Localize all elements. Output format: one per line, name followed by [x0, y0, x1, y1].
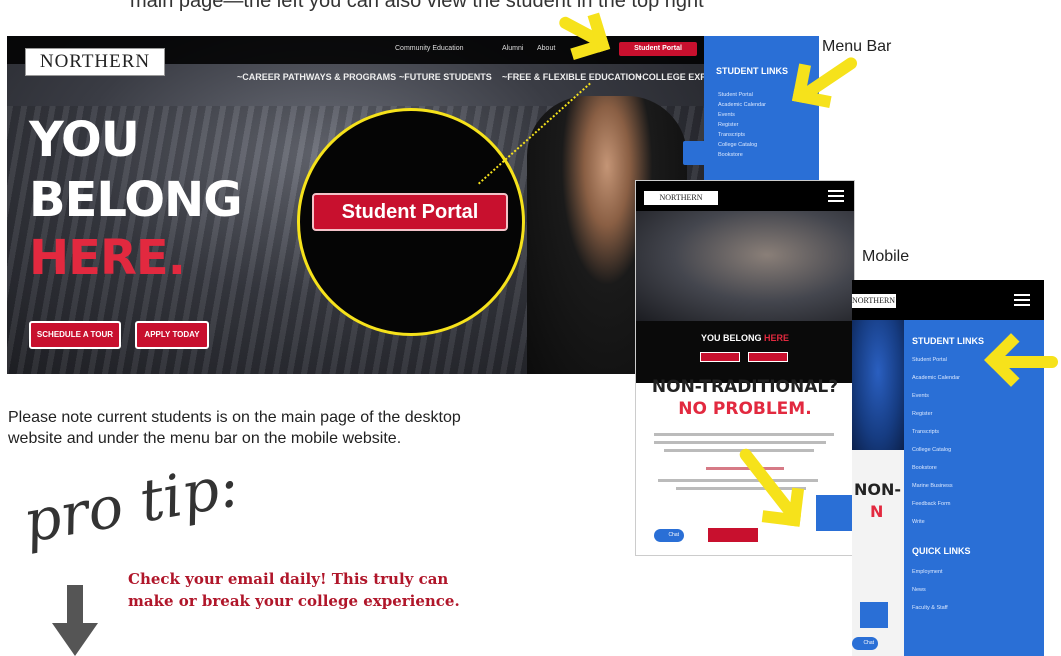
zoomed-student-portal-button: Student Portal [312, 193, 508, 231]
pro-tip-text: Check your email daily! This truly can m… [128, 570, 460, 610]
chat-button[interactable]: Chat [852, 637, 878, 650]
body-link-line[interactable] [706, 467, 784, 470]
nav-future-students[interactable]: ~FUTURE STUDENTS [399, 72, 492, 82]
menu-item-register[interactable]: Register [718, 122, 738, 128]
menu-bar-label: Menu Bar [822, 38, 892, 55]
quick-link-news[interactable]: News [912, 587, 926, 593]
mobile-apply-button[interactable] [748, 352, 788, 362]
menu-item-college-catalog[interactable]: College Catalog [912, 447, 951, 453]
apply-today-button[interactable]: APPLY TODAY [135, 321, 209, 349]
mobile-label: Mobile [862, 248, 910, 265]
menu-item-student-portal[interactable]: Student Portal [912, 357, 947, 363]
northern-logo[interactable]: NORTHERN [25, 48, 165, 76]
menu-item-bookstore[interactable]: Bookstore [912, 465, 937, 471]
hero-belong: BELONG [29, 172, 243, 228]
non-traditional-heading: NON-TRADITIONAL? [651, 377, 839, 397]
hero-you: YOU [29, 112, 140, 168]
quick-link-faculty-staff[interactable]: Faculty & Staff [912, 605, 948, 611]
menu-item-bookstore[interactable]: Bookstore [718, 152, 743, 158]
quick-link-employment[interactable]: Employment [912, 569, 943, 575]
mobile-hero-band [636, 321, 854, 383]
mobile-schedule-tour-button[interactable] [700, 352, 740, 362]
mobile-side-menu-button[interactable] [816, 495, 852, 531]
menu-item-student-portal[interactable]: Student Portal [718, 92, 753, 98]
mobile-hero-headline: YOU BELONG HERE [636, 333, 854, 343]
no-heading-fragment: N [870, 502, 884, 521]
body-text-line [658, 479, 818, 482]
arrow-down-icon [52, 585, 98, 656]
note-text: Please note current students is on the m… [8, 409, 461, 447]
pro-tip-heading: pro tip: [18, 451, 244, 556]
student-links-title: STUDENT LINKS [912, 336, 984, 346]
body-text-line [654, 441, 826, 444]
hero-here: HERE. [29, 230, 186, 286]
nav-free-flexible[interactable]: ~FREE & FLEXIBLE EDUCATION [502, 72, 642, 82]
menu-item-academic-calendar[interactable]: Academic Calendar [912, 375, 960, 381]
hamburger-menu-icon[interactable] [828, 190, 844, 202]
yellow-arrow-icon [996, 356, 1058, 368]
nav-college-experience[interactable]: ~COLLEGE EXPE [637, 72, 707, 82]
menu-item-feedback-form[interactable]: Feedback Form [912, 501, 951, 507]
menu-item-marine-business[interactable]: Marine Business [912, 483, 953, 489]
schedule-tour-button[interactable]: SCHEDULE A TOUR [29, 321, 121, 349]
quick-links-title: QUICK LINKS [912, 546, 971, 556]
student-portal-button[interactable]: Student Portal [619, 42, 697, 56]
page-behind-photo [852, 320, 904, 450]
community-education-link[interactable]: Community Education [395, 45, 463, 52]
menu-item-transcripts[interactable]: Transcripts [912, 429, 939, 435]
headline-red: HERE [764, 333, 790, 343]
about-link[interactable]: About [537, 45, 555, 52]
menu-item-events[interactable]: Events [912, 393, 929, 399]
mobile-hero-photo [636, 211, 854, 321]
menu-item-academic-calendar[interactable]: Academic Calendar [718, 102, 766, 108]
student-links-title: STUDENT LINKS [716, 66, 788, 76]
menu-item-register[interactable]: Register [912, 411, 932, 417]
menu-item-transcripts[interactable]: Transcripts [718, 132, 745, 138]
top-caption: main page—the left you can also view the… [130, 0, 704, 12]
learn-more-button[interactable] [708, 528, 758, 542]
no-problem-heading: NO PROBLEM. [678, 399, 812, 419]
mobile-logo[interactable]: NORTHERN [852, 294, 896, 308]
alumni-link[interactable]: Alumni [502, 45, 523, 52]
non-heading-fragment: NON- [854, 480, 902, 499]
chat-button[interactable]: Chat [654, 529, 684, 542]
headline-white: YOU BELONG [700, 333, 762, 343]
menu-item-college-catalog[interactable]: College Catalog [718, 142, 757, 148]
hamburger-menu-icon[interactable] [1014, 294, 1030, 306]
mobile-logo[interactable]: NORTHERN [644, 191, 718, 205]
menu-item-events[interactable]: Events [718, 112, 735, 118]
menu-item-write[interactable]: Write [912, 519, 925, 525]
body-text-line [654, 433, 834, 436]
menu-close-icon[interactable] [860, 602, 888, 628]
mobile-screenshot-home: NORTHERN YOU BELONG HERE NON-TRADITIONAL… [636, 181, 854, 555]
nav-career-pathways[interactable]: ~CAREER PATHWAYS & PROGRAMS [237, 72, 396, 82]
